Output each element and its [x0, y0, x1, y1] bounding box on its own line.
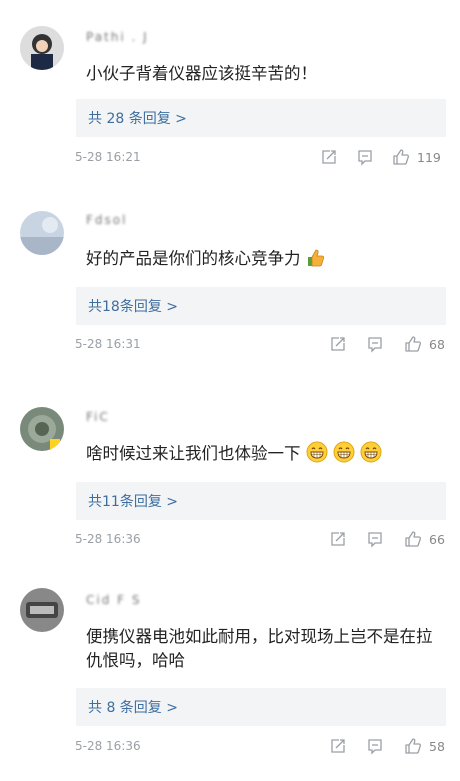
thumbs-up-icon[interactable] — [392, 148, 410, 166]
like-count: 119 — [417, 150, 441, 165]
replies-label: 共18条回复 > — [88, 299, 178, 315]
share-icon[interactable] — [329, 737, 347, 755]
thumbs-up-emoji — [306, 248, 326, 268]
username[interactable]: FiC — [86, 410, 110, 424]
view-replies-button[interactable]: 共18条回复 > — [76, 287, 446, 325]
thumbs-up-icon[interactable] — [404, 737, 422, 755]
view-replies-button[interactable]: 共 28 条回复 > — [76, 99, 446, 137]
avatar[interactable] — [20, 211, 64, 255]
like-count: 66 — [429, 532, 445, 547]
comment-item: Pathi . J 小伙子背着仪器应该挺辛苦的！ 共 28 条回复 > 5-28… — [0, 0, 460, 190]
replies-label: 共11条回复 > — [88, 494, 178, 510]
timestamp: 5-28 16:21 — [75, 150, 141, 164]
grin-emoji — [360, 441, 382, 463]
share-icon[interactable] — [329, 530, 347, 548]
avatar[interactable] — [20, 588, 64, 632]
avatar[interactable] — [20, 26, 64, 70]
comment-meta: 5-28 16:36 66 — [75, 530, 447, 550]
username[interactable]: Cid F S — [86, 593, 141, 607]
comment-item: Cid F S 便携仪器电池如此耐用，比对现场上岂不是在拉仇恨吗，哈哈 共 8 … — [0, 580, 460, 781]
comment-text: 好的产品是你们的核心竞争力 — [86, 247, 448, 271]
comment-text: 小伙子背着仪器应该挺辛苦的！ — [86, 64, 317, 83]
comment-text: 啥时候过来让我们也体验一下 — [86, 441, 448, 466]
thumbs-up-icon[interactable] — [404, 530, 422, 548]
like-count: 58 — [429, 739, 445, 754]
view-replies-button[interactable]: 共 8 条回复 > — [76, 688, 446, 726]
replies-label: 共 28 条回复 > — [88, 111, 187, 127]
grin-emoji — [306, 441, 328, 463]
comment-text-content: 好的产品是你们的核心竞争力 — [86, 249, 301, 268]
comment-icon[interactable] — [366, 530, 384, 548]
timestamp: 5-28 16:36 — [75, 532, 141, 546]
comment-item: FiC 啥时候过来让我们也体验一下 共11条回复 > 5-28 16:36 66 — [0, 385, 460, 580]
timestamp: 5-28 16:31 — [75, 337, 141, 351]
comment-icon[interactable] — [356, 148, 374, 166]
replies-label: 共 8 条回复 > — [88, 700, 178, 716]
like-count: 68 — [429, 337, 445, 352]
view-replies-button[interactable]: 共11条回复 > — [76, 482, 446, 520]
comment-icon[interactable] — [366, 335, 384, 353]
grin-emoji — [333, 441, 355, 463]
comment-text: 便携仪器电池如此耐用，比对现场上岂不是在拉仇恨吗，哈哈 — [86, 627, 433, 670]
comment-item: Fdsol 好的产品是你们的核心竞争力 共18条回复 > 5-28 16:31 … — [0, 190, 460, 385]
comment-text-content: 啥时候过来让我们也体验一下 — [86, 444, 301, 463]
share-icon[interactable] — [329, 335, 347, 353]
username[interactable]: Fdsol — [86, 213, 127, 227]
avatar[interactable] — [20, 407, 64, 451]
comment-icon[interactable] — [366, 737, 384, 755]
comment-meta: 5-28 16:36 58 — [75, 737, 447, 757]
share-icon[interactable] — [320, 148, 338, 166]
username[interactable]: Pathi . J — [86, 30, 149, 44]
timestamp: 5-28 16:36 — [75, 739, 141, 753]
comment-meta: 5-28 16:21 119 — [75, 148, 447, 168]
comment-meta: 5-28 16:31 68 — [75, 335, 447, 355]
thumbs-up-icon[interactable] — [404, 335, 422, 353]
